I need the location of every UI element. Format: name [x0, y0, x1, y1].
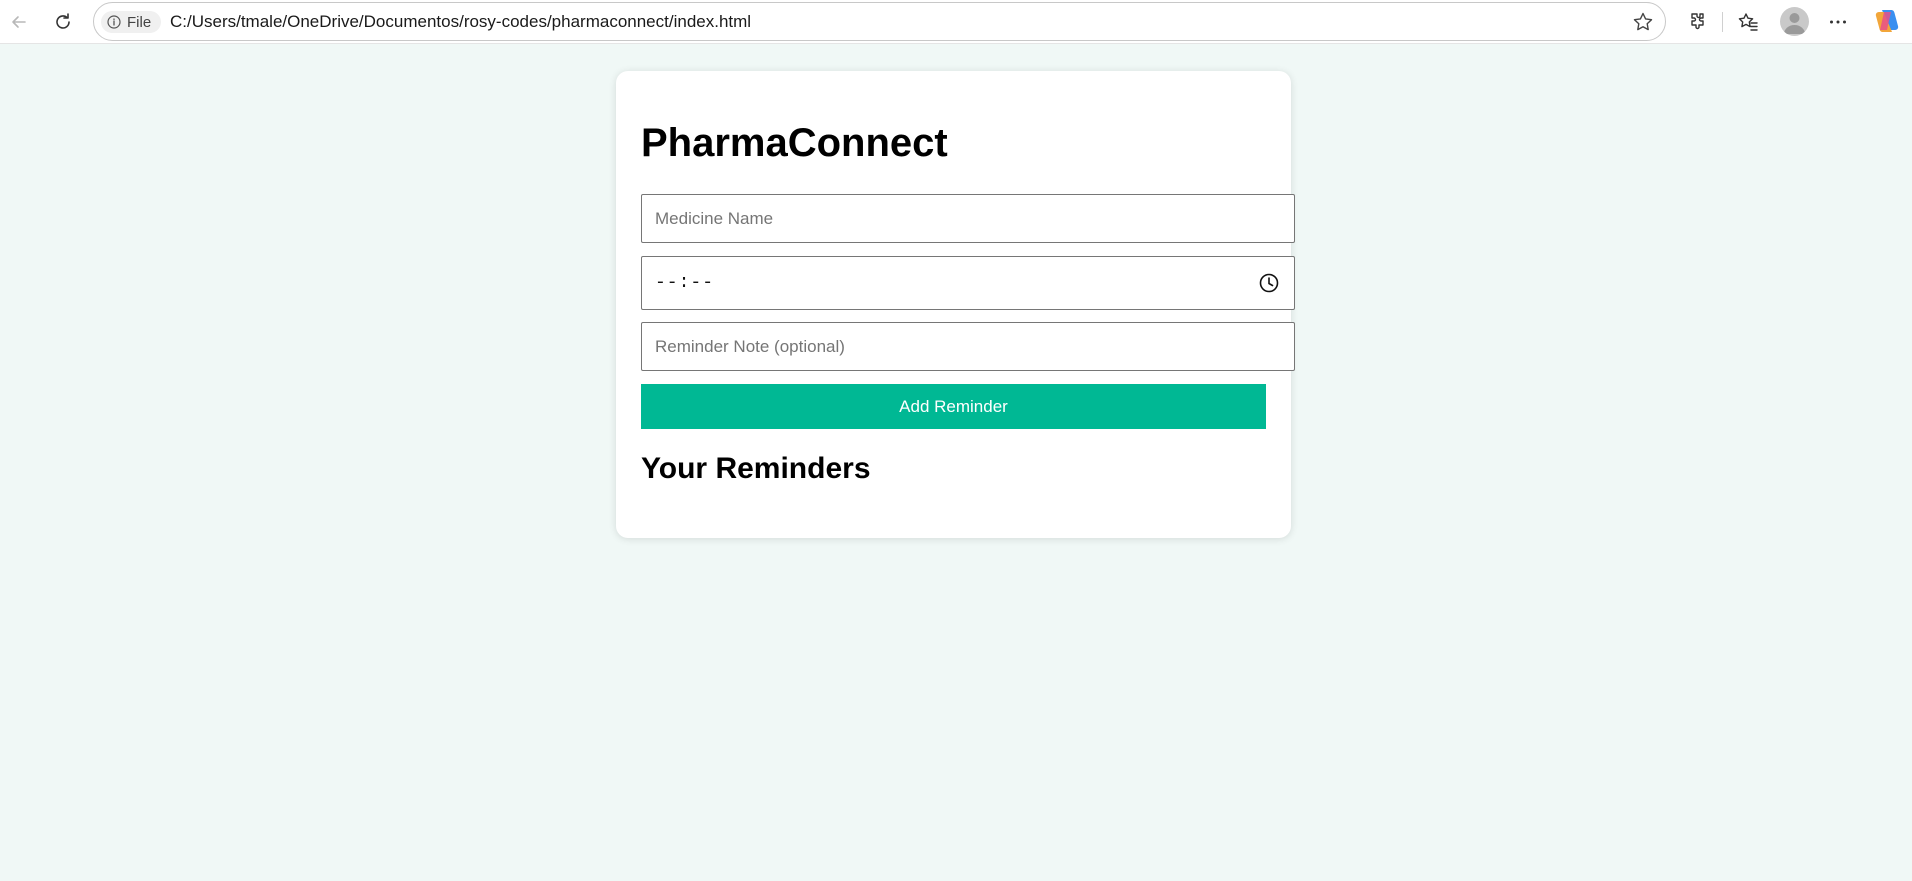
profile-avatar-icon — [1784, 13, 1805, 34]
refresh-button[interactable] — [47, 6, 79, 38]
site-info-chip[interactable]: File — [101, 11, 161, 33]
toolbar-separator — [1722, 12, 1723, 32]
clock-icon[interactable] — [1258, 272, 1280, 294]
browser-toolbar: File C:/Users/tmale/OneDrive/Documentos/… — [0, 0, 1912, 44]
extensions-button[interactable] — [1683, 8, 1711, 36]
back-icon — [12, 16, 26, 28]
reminder-note-input[interactable] — [641, 322, 1295, 371]
file-chip-label: File — [127, 13, 152, 31]
reminder-card: PharmaConnect --:-- Add Reminder Your Re… — [616, 71, 1295, 538]
page-title: PharmaConnect — [641, 121, 948, 165]
favorites-icon — [1738, 13, 1758, 31]
time-input-value: --:-- — [655, 273, 715, 293]
more-button[interactable] — [1824, 8, 1852, 36]
url-text[interactable]: C:/Users/tmale/OneDrive/Documentos/rosy-… — [170, 12, 751, 32]
copilot-icon[interactable] — [1873, 7, 1901, 35]
profile-avatar[interactable] — [1780, 7, 1809, 36]
address-bar[interactable]: File C:/Users/tmale/OneDrive/Documentos/… — [93, 2, 1666, 41]
back-button[interactable] — [3, 6, 35, 38]
reminders-heading: Your Reminders — [641, 452, 871, 485]
extensions-icon — [1691, 13, 1704, 30]
refresh-icon — [56, 13, 70, 29]
favorite-star-icon[interactable] — [1632, 11, 1654, 33]
info-icon — [107, 15, 121, 29]
time-input[interactable]: --:-- — [641, 256, 1295, 310]
favorites-button[interactable] — [1734, 8, 1762, 36]
more-icon — [1830, 20, 1846, 24]
add-reminder-button[interactable]: Add Reminder — [641, 384, 1266, 429]
medicine-name-input[interactable] — [641, 194, 1295, 243]
